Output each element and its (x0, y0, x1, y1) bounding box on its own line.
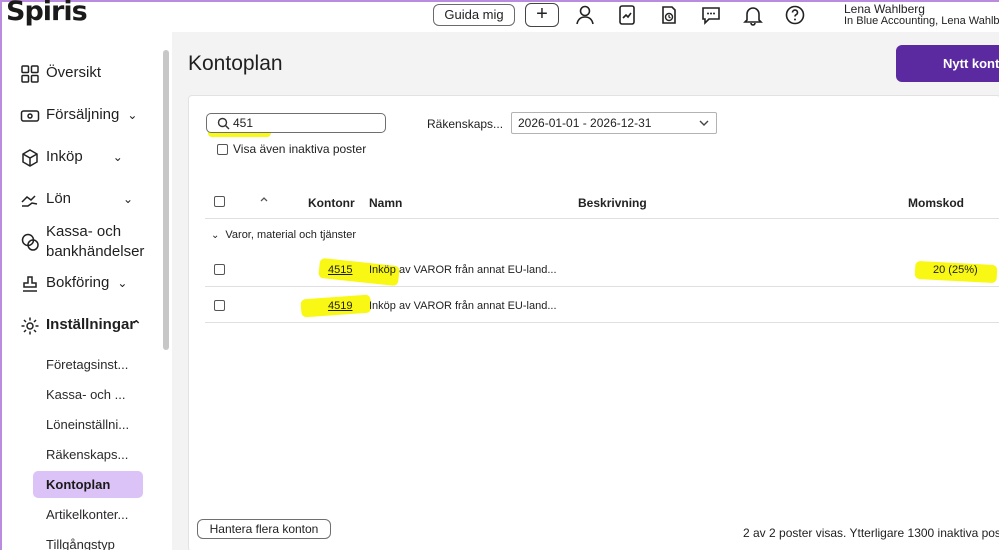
column-header-beskrivning[interactable]: Beskrivning (578, 196, 647, 210)
header-divider (205, 218, 999, 219)
sidebar-item-bokforing[interactable]: Bokföring ⌄ (20, 274, 127, 294)
select-all-checkbox[interactable] (214, 196, 225, 207)
sidebar-item-label: Bokföring (46, 274, 110, 291)
stamp-icon (20, 274, 40, 294)
add-button[interactable]: + (525, 3, 559, 27)
sidebar-subitem-kontoplan[interactable]: Kontoplan (33, 471, 143, 498)
account-number-link[interactable]: 4515 (328, 264, 352, 276)
user-name[interactable]: Lena Wahlberg (844, 2, 925, 16)
fiscal-year-select[interactable]: 2026-01-01 - 2026-12-31 (511, 112, 717, 134)
accounts-card: Räkenskaps... 2026-01-01 - 2026-12-31 Vi… (188, 95, 999, 550)
row-divider (205, 286, 999, 287)
chevron-down-icon: ⌄ (127, 108, 138, 122)
sidebar-subitem-foretagsinst[interactable]: Företagsinst... (46, 357, 128, 372)
page-title: Kontoplan (188, 52, 283, 75)
search-icon (217, 117, 230, 130)
column-header-momskod[interactable]: Momskod (908, 196, 964, 210)
document-clock-icon[interactable] (658, 4, 680, 26)
row-divider (205, 322, 999, 323)
search-field[interactable] (206, 113, 386, 133)
user-icon[interactable] (574, 4, 596, 26)
report-icon[interactable] (616, 4, 638, 26)
show-inactive-label[interactable]: Visa även inaktiva poster (233, 142, 366, 156)
sidebar-item-lon[interactable]: Lön ⌄ (20, 190, 133, 210)
sidebar-item-installningar[interactable]: Inställningar ⌃ (20, 316, 141, 336)
sidebar-item-label: Inställningar (46, 316, 136, 333)
sidebar-subitem-rakenskapsar[interactable]: Räkenskaps... (46, 447, 128, 462)
row-checkbox[interactable] (214, 300, 225, 311)
show-inactive-checkbox[interactable] (217, 144, 228, 155)
column-header-namn[interactable]: Namn (369, 196, 402, 210)
sidebar-item-label-group: Kassa- och bankhändelser (46, 222, 144, 262)
sort-up-icon[interactable] (259, 194, 269, 207)
chat-icon[interactable] (700, 4, 722, 26)
account-number-link[interactable]: 4519 (328, 300, 352, 312)
row-checkbox[interactable] (214, 264, 225, 275)
search-input[interactable] (233, 115, 373, 131)
fiscal-year-label: Räkenskaps... (427, 117, 504, 131)
app-logo[interactable]: Spiris (6, 0, 88, 27)
vat-code: 20 (25%) (933, 264, 978, 276)
sidebar-subitem-artikelkonteringar[interactable]: Artikelkonter... (46, 507, 128, 522)
sidebar-item-label: Inköp (46, 148, 83, 165)
sidebar-subitem-loneinstallningar[interactable]: Löneinställni... (46, 417, 129, 432)
bell-icon[interactable] (742, 4, 764, 26)
grid-icon (20, 64, 40, 84)
sidebar-item-oversikt[interactable]: Översikt (20, 64, 101, 84)
user-organization: In Blue Accounting, Lena Wahlberg (844, 15, 999, 27)
sidebar-item-forsaljning[interactable]: Försäljning ⌄ (20, 106, 137, 126)
sidebar-item-label-line2: bankhändelser (46, 243, 145, 260)
sidebar-item-label: Lön (46, 190, 72, 207)
sidebar-item-label: Kassa- och (46, 223, 122, 240)
new-account-button[interactable]: Nytt konto (896, 45, 999, 82)
sidebar-item-kassa-bank[interactable]: Kassa- och bankhändelser (20, 222, 144, 262)
chevron-up-icon: ⌃ (131, 318, 142, 332)
manage-accounts-button[interactable]: Hantera flera konton (197, 519, 331, 539)
sidebar-subitem-kassa[interactable]: Kassa- och ... (46, 387, 125, 402)
chevron-down-icon: ⌄ (112, 150, 123, 164)
sidebar-scrollbar[interactable] (163, 50, 169, 350)
box-icon (20, 148, 40, 168)
salary-icon (20, 190, 40, 210)
sidebar-item-label: Försäljning (46, 106, 120, 123)
sales-icon (20, 106, 40, 126)
chevron-down-icon: ⌄ (117, 276, 128, 290)
group-label: Varor, material och tjänster (225, 229, 357, 241)
account-name: Inköp av VAROR från annat EU-land... (369, 300, 557, 312)
chevron-down-icon: ⌄ (123, 192, 134, 206)
chevron-down-icon (698, 113, 710, 139)
group-toggle[interactable]: ⌄ Varor, material och tjänster (211, 229, 356, 241)
gear-icon (20, 316, 40, 336)
sidebar: Översikt Försäljning ⌄ Inköp ⌄ Lön ⌄ Kas… (2, 32, 172, 550)
sidebar-item-inkop[interactable]: Inköp ⌄ (20, 148, 123, 168)
top-bar: Spiris Guida mig + Lena Wahlberg In Blue… (2, 0, 999, 32)
account-name: Inköp av VAROR från annat EU-land... (369, 264, 557, 276)
help-icon[interactable] (784, 4, 806, 26)
sidebar-item-label: Översikt (46, 64, 102, 81)
coins-icon (20, 232, 40, 252)
main-content: Kontoplan Nytt konto Räkenskaps... 2026-… (172, 32, 999, 550)
fiscal-year-value: 2026-01-01 - 2026-12-31 (518, 116, 652, 130)
record-count-status: 2 av 2 poster visas. Ytterligare 1300 in… (743, 526, 999, 540)
chevron-down-icon: ⌄ (211, 230, 220, 241)
column-header-kontonr[interactable]: Kontonr (308, 196, 355, 210)
sidebar-subitem-label: Kontoplan (46, 477, 111, 492)
guide-button[interactable]: Guida mig (433, 4, 515, 26)
sidebar-subitem-tillgangstyp[interactable]: Tillgångstyp (46, 537, 115, 550)
